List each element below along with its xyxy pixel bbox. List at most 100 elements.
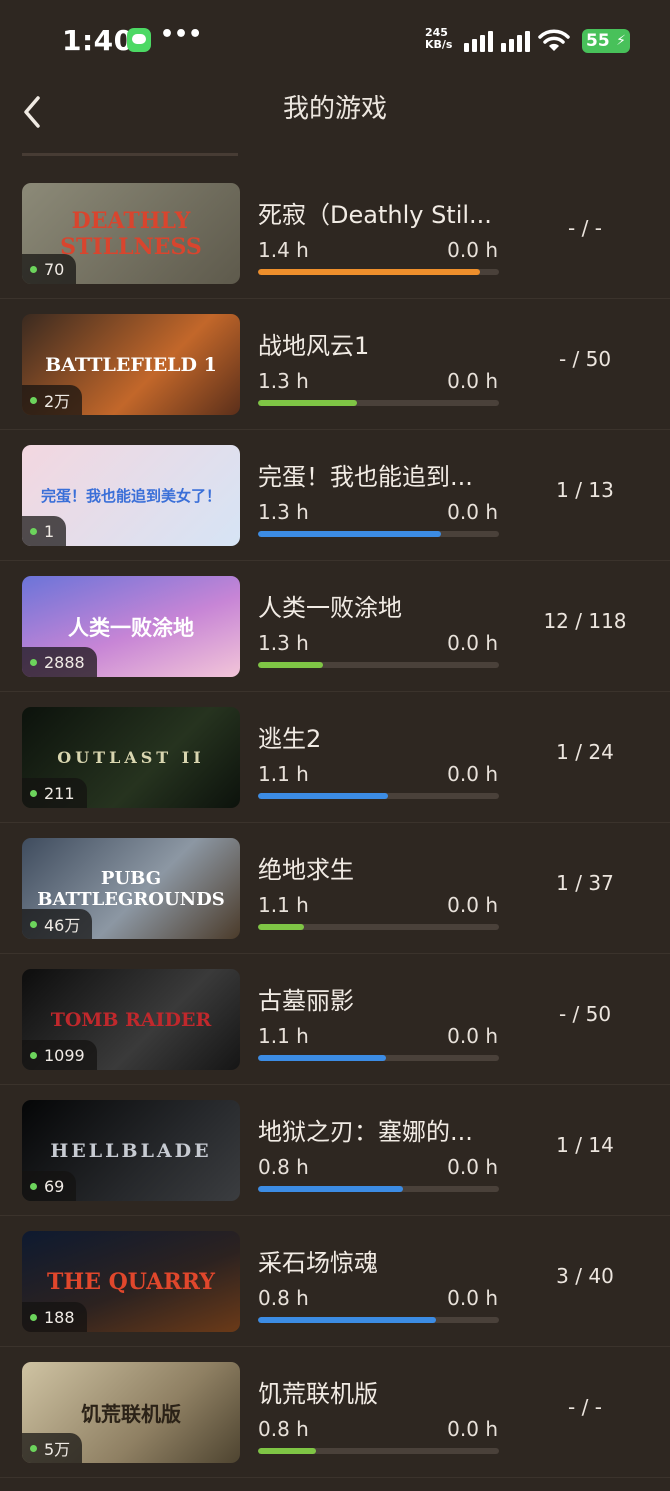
previous-item-edge bbox=[22, 148, 238, 156]
game-row[interactable]: HELLBLADE 69 地狱之刃：塞娜的... 0.8 h 0.0 h 1 /… bbox=[0, 1085, 670, 1216]
total-playtime: 1.3 h bbox=[258, 631, 309, 655]
online-players-badge: 1099 bbox=[22, 1040, 97, 1070]
game-cover[interactable]: BATTLEFIELD 1 2万 bbox=[22, 314, 240, 415]
achievement-count: - / - bbox=[568, 216, 602, 240]
online-players-count: 1099 bbox=[44, 1045, 85, 1065]
recent-playtime: 0.0 h bbox=[447, 1417, 498, 1441]
online-players-badge: 2万 bbox=[22, 385, 83, 415]
game-row[interactable]: OUTLAST II 211 逃生2 1.1 h 0.0 h 1 / 24 bbox=[0, 692, 670, 823]
online-players-badge: 1 bbox=[22, 516, 67, 546]
online-players-badge: 69 bbox=[22, 1171, 77, 1201]
signal-icon-2 bbox=[501, 30, 531, 52]
total-playtime: 1.1 h bbox=[258, 893, 309, 917]
playtime-progress-fill bbox=[258, 400, 357, 406]
game-name: 采石场惊魂 bbox=[258, 1249, 378, 1277]
battery-indicator: 55 ⚡ bbox=[582, 29, 630, 53]
total-playtime: 1.4 h bbox=[258, 238, 309, 262]
online-players-badge: 46万 bbox=[22, 909, 93, 939]
game-cover[interactable]: 饥荒联机版 5万 bbox=[22, 1362, 240, 1463]
recent-playtime: 0.0 h bbox=[447, 1024, 498, 1048]
net-speed-unit: KB/s bbox=[425, 38, 453, 51]
recent-playtime: 0.0 h bbox=[447, 369, 498, 393]
recent-playtime: 0.0 h bbox=[447, 500, 498, 524]
game-row[interactable]: TOMB RAIDER 1099 古墓丽影 1.1 h 0.0 h - / 50 bbox=[0, 954, 670, 1085]
recent-playtime: 0.0 h bbox=[447, 893, 498, 917]
online-players-badge: 188 bbox=[22, 1302, 87, 1332]
game-row[interactable]: PUBG BATTLEGROUNDS 46万 绝地求生 1.1 h 0.0 h … bbox=[0, 823, 670, 954]
game-name: 人类一败涂地 bbox=[258, 594, 402, 622]
total-playtime: 0.8 h bbox=[258, 1155, 309, 1179]
game-row[interactable]: BATTLEFIELD 1 2万 战地风云1 1.3 h 0.0 h - / 5… bbox=[0, 299, 670, 430]
online-dot-icon bbox=[30, 527, 37, 535]
status-bar: 1:40 ••• 245 KB/s 55 ⚡ bbox=[0, 0, 670, 80]
achievement-count: 1 / 13 bbox=[556, 478, 614, 502]
game-cover[interactable]: PUBG BATTLEGROUNDS 46万 bbox=[22, 838, 240, 939]
playtime-progress-fill bbox=[258, 793, 389, 799]
total-playtime: 0.8 h bbox=[258, 1417, 309, 1441]
message-icon bbox=[127, 28, 151, 52]
playtime-progress-bar bbox=[258, 1055, 499, 1061]
charging-icon: ⚡ bbox=[616, 33, 626, 49]
achievement-count: 1 / 37 bbox=[556, 871, 614, 895]
signal-icon bbox=[464, 30, 494, 52]
playtime-progress-bar bbox=[258, 662, 499, 668]
game-cover[interactable]: TOMB RAIDER 1099 bbox=[22, 969, 240, 1070]
game-cover[interactable]: DEATHLY STILLNESS 70 bbox=[22, 183, 240, 284]
nav-bar: 我的游戏 bbox=[0, 80, 670, 140]
online-players-count: 211 bbox=[44, 783, 75, 803]
game-name: 饥荒联机版 bbox=[258, 1380, 378, 1408]
online-dot-icon bbox=[30, 396, 37, 404]
game-row[interactable]: 完蛋！我也能追到美女了！ 1 完蛋！我也能追到... 1.3 h 0.0 h 1… bbox=[0, 430, 670, 561]
game-row[interactable]: THE QUARRY 188 采石场惊魂 0.8 h 0.0 h 3 / 40 bbox=[0, 1216, 670, 1347]
playtime-progress-fill bbox=[258, 1448, 316, 1454]
online-players-count: 2888 bbox=[44, 652, 85, 672]
online-dot-icon bbox=[30, 1313, 37, 1321]
achievement-count: 1 / 24 bbox=[556, 740, 614, 764]
playtime-progress-bar bbox=[258, 531, 499, 537]
status-time: 1:40 bbox=[62, 24, 134, 57]
online-players-count: 46万 bbox=[44, 916, 81, 935]
game-name: 战地风云1 bbox=[258, 332, 370, 360]
battery-level: 55 bbox=[586, 31, 610, 51]
online-players-badge: 211 bbox=[22, 778, 87, 808]
wifi-icon bbox=[538, 29, 570, 51]
achievement-count: 12 / 118 bbox=[543, 609, 627, 633]
game-cover[interactable]: 人类一败涂地 2888 bbox=[22, 576, 240, 677]
online-dot-icon bbox=[30, 920, 37, 928]
game-cover[interactable]: THE QUARRY 188 bbox=[22, 1231, 240, 1332]
online-dot-icon bbox=[30, 1051, 37, 1059]
total-playtime: 1.1 h bbox=[258, 1024, 309, 1048]
playtime-progress-bar bbox=[258, 793, 499, 799]
game-cover[interactable]: 完蛋！我也能追到美女了！ 1 bbox=[22, 445, 240, 546]
online-dot-icon bbox=[30, 265, 37, 273]
recent-playtime: 0.0 h bbox=[447, 238, 498, 262]
achievement-count: 3 / 40 bbox=[556, 1264, 614, 1288]
game-cover[interactable]: HELLBLADE 69 bbox=[22, 1100, 240, 1201]
game-row[interactable]: 饥荒联机版 5万 饥荒联机版 0.8 h 0.0 h - / - bbox=[0, 1347, 670, 1478]
playtime-progress-fill bbox=[258, 531, 442, 537]
online-players-count: 188 bbox=[44, 1307, 75, 1327]
game-cover[interactable]: OUTLAST II 211 bbox=[22, 707, 240, 808]
total-playtime: 0.8 h bbox=[258, 1286, 309, 1310]
online-dot-icon bbox=[30, 1182, 37, 1190]
online-players-count: 70 bbox=[44, 259, 65, 279]
online-players-badge: 5万 bbox=[22, 1433, 83, 1463]
game-row[interactable]: DEATHLY STILLNESS 70 死寂（Deathly Stil... … bbox=[0, 168, 670, 299]
online-dot-icon bbox=[30, 1444, 37, 1452]
online-players-badge: 70 bbox=[22, 254, 77, 284]
game-row[interactable]: 人类一败涂地 2888 人类一败涂地 1.3 h 0.0 h 12 / 118 bbox=[0, 561, 670, 692]
online-dot-icon bbox=[30, 658, 37, 666]
game-name: 地狱之刃：塞娜的... bbox=[258, 1118, 473, 1146]
net-speed: 245 KB/s bbox=[425, 27, 461, 51]
game-name: 逃生2 bbox=[258, 725, 322, 753]
achievement-count: - / 50 bbox=[558, 1002, 612, 1026]
page-title: 我的游戏 bbox=[282, 94, 387, 124]
playtime-progress-bar bbox=[258, 1448, 499, 1454]
achievement-count: - / - bbox=[568, 1395, 602, 1419]
more-dots-icon: ••• bbox=[160, 22, 203, 47]
total-playtime: 1.3 h bbox=[258, 500, 309, 524]
playtime-progress-fill bbox=[258, 1055, 386, 1061]
game-name: 死寂（Deathly Stil... bbox=[258, 201, 492, 229]
recent-playtime: 0.0 h bbox=[447, 1286, 498, 1310]
playtime-progress-fill bbox=[258, 269, 480, 275]
